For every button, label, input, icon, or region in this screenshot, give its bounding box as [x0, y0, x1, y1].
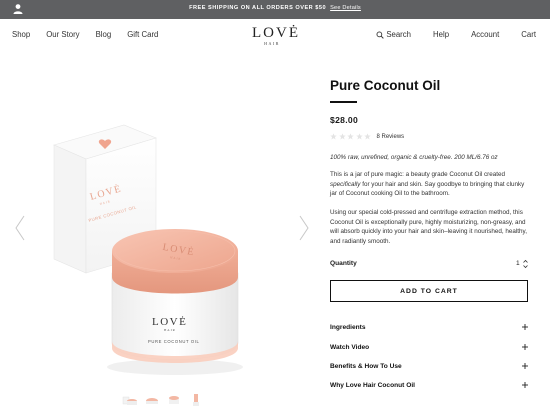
promo-bar: FREE SHIPPING ON ALL ORDERS OVER $50 See … [0, 0, 550, 19]
search-icon [376, 31, 385, 39]
jar-brand: LOVĖ [152, 316, 187, 328]
product-title: Pure Coconut Oil [330, 78, 441, 93]
thumbnail-4[interactable] [188, 393, 204, 407]
accordion-watch-video[interactable]: Watch Video [330, 342, 528, 356]
accordion-label: Watch Video [330, 344, 370, 351]
product-description-2: Using our special cold-pressed and centr… [330, 209, 527, 245]
search-label: Search [386, 30, 412, 39]
logo-wordmark: LOVĖ [252, 25, 300, 41]
title-divider [330, 101, 357, 103]
accordion-label: Ingredients [330, 324, 366, 331]
star-icon [338, 133, 346, 140]
logo-subtitle: HAIR [264, 41, 280, 46]
star-icon [347, 133, 354, 140]
quantity-stepper-icon[interactable] [522, 258, 529, 270]
rating: 8 Reviews [330, 133, 404, 140]
accordion-benefits[interactable]: Benefits & How To Use [330, 361, 528, 375]
product-description-1: This is a jar of pure magic: a beauty gr… [330, 170, 530, 199]
promo-text: FREE SHIPPING ON ALL ORDERS OVER $50 See … [0, 5, 550, 11]
nav-gift-card[interactable]: Gift Card [127, 30, 158, 39]
plus-icon [522, 344, 528, 350]
nav-account[interactable]: Account [471, 30, 499, 39]
product-price: $28.00 [330, 115, 359, 125]
plus-icon [522, 324, 528, 330]
desc1-text-a: This is a jar of pure magic: a beauty gr… [330, 171, 506, 178]
accordion-why-love-hair[interactable]: Why Love Hair Coconut Oil [330, 380, 528, 394]
quantity-label: Quantity [330, 260, 357, 267]
jar-brand-sub: HAIR [164, 328, 176, 332]
chevron-left-icon[interactable] [14, 215, 26, 241]
desc1-emphasis: specifically [330, 180, 361, 188]
nav-blog[interactable]: Blog [96, 30, 112, 39]
see-details-link[interactable]: See Details [330, 5, 361, 11]
quantity-value[interactable]: 1 [516, 260, 520, 267]
nav-shop[interactable]: Shop [12, 30, 30, 39]
accordion-ingredients[interactable]: Ingredients [330, 322, 528, 336]
utility-nav: Search Help Account Cart [376, 30, 536, 39]
accordion-label: Why Love Hair Coconut Oil [330, 382, 415, 389]
search-button[interactable]: Search [376, 30, 411, 39]
accordion-label: Benefits & How To Use [330, 363, 402, 370]
plus-icon [522, 363, 528, 369]
primary-nav: Shop Our Story Blog Gift Card [12, 30, 174, 39]
nav-our-story[interactable]: Our Story [46, 30, 79, 39]
thumbnail-strip [122, 393, 204, 407]
site-logo[interactable]: LOVĖ HAIR [252, 25, 300, 47]
add-to-cart-button[interactable]: ADD TO CART [330, 280, 528, 302]
product-image: LOVĖ HAIR PURE COCONUT OIL LOVĖ HAIR LOV… [53, 124, 243, 375]
product-tagline: 100% raw, unrefined, organic & cruelty-f… [330, 154, 498, 161]
site-header: Shop Our Story Blog Gift Card LOVĖ HAIR … [0, 19, 550, 50]
plus-icon [522, 382, 528, 388]
reviews-link[interactable]: 8 Reviews [377, 134, 405, 140]
thumbnail-3[interactable] [166, 393, 182, 407]
chevron-right-icon[interactable] [298, 215, 310, 241]
nav-help[interactable]: Help [433, 30, 449, 39]
product-jar: LOVĖ HAIR LOVĖ HAIR PURE COCONUT OIL [111, 229, 239, 363]
star-icon [364, 133, 371, 140]
thumbnail-2[interactable] [144, 393, 160, 407]
desc1-text-b: for your hair and skin. Say goodbye to b… [330, 180, 525, 198]
jar-product-name: PURE COCONUT OIL [148, 339, 199, 344]
nav-cart[interactable]: Cart [521, 30, 536, 39]
star-icon [330, 133, 337, 140]
promo-message: FREE SHIPPING ON ALL ORDERS OVER $50 [189, 5, 327, 11]
thumbnail-1[interactable] [122, 393, 138, 407]
star-icon [355, 133, 363, 140]
product-gallery: LOVĖ HAIR PURE COCONUT OIL LOVĖ HAIR LOV… [0, 55, 320, 412]
